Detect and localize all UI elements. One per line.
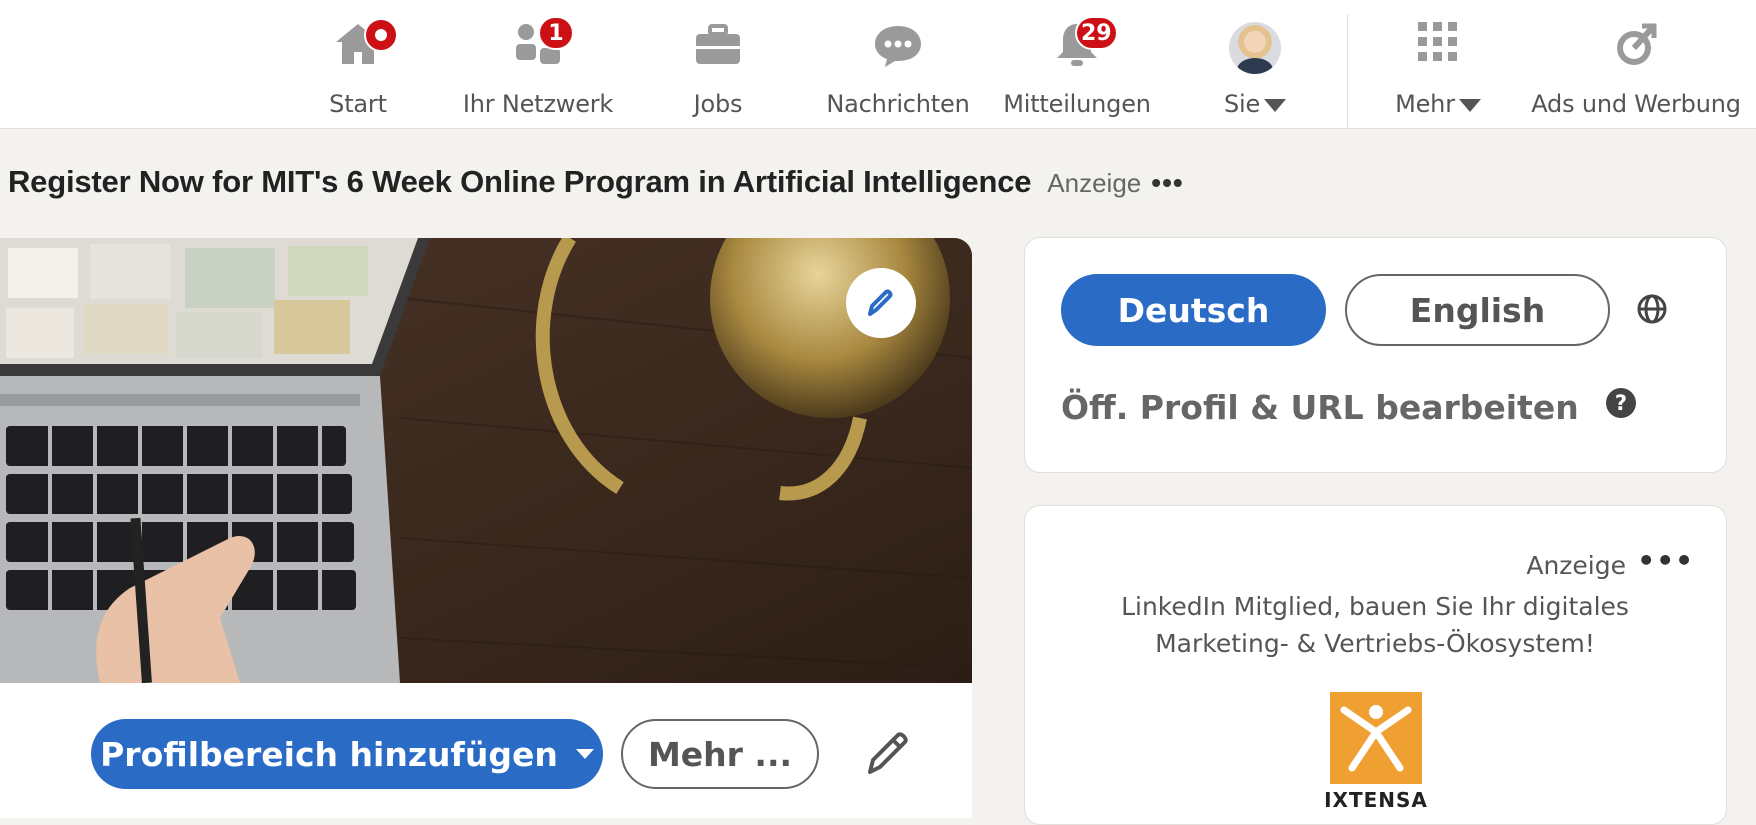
- me-icon-wrap: [1227, 22, 1283, 78]
- network-badge: 1: [538, 16, 574, 50]
- language-deutsch-button[interactable]: Deutsch: [1061, 274, 1326, 346]
- nav-label-start: Start: [329, 90, 387, 118]
- banner-ad-tag: Anzeige: [1047, 168, 1142, 198]
- ad-card-more-icon[interactable]: •••: [1637, 544, 1694, 577]
- avatar: [1229, 22, 1281, 74]
- nav-item-me[interactable]: Sie: [1218, 0, 1292, 128]
- home-icon: [330, 18, 398, 76]
- chevron-down-icon: [575, 749, 594, 759]
- nav-label-notifications: Mitteilungen: [1003, 90, 1151, 118]
- globe-icon[interactable]: [1636, 293, 1668, 325]
- nav-label-more: Mehr: [1395, 90, 1455, 118]
- edit-cover-button[interactable]: [846, 268, 916, 338]
- ads-icon: [1608, 20, 1664, 76]
- nav-item-messaging[interactable]: Nachrichten: [824, 0, 972, 128]
- ad-logo-text: IXTENSA: [1324, 788, 1428, 812]
- ad-card-text: LinkedIn Mitglied, bauen Sie Ihr digital…: [1121, 592, 1629, 658]
- add-profile-section-button[interactable]: Profilbereich hinzufügen: [91, 719, 603, 789]
- nav-label-me-wrap: Sie: [1223, 90, 1287, 118]
- chevron-down-icon: [1458, 98, 1481, 112]
- ad-card-tag: Anzeige: [1526, 551, 1626, 580]
- briefcase-icon: [690, 20, 746, 76]
- nav-item-network[interactable]: 1 Ihr Netzwerk: [458, 0, 618, 128]
- nav-label-me: Sie: [1223, 90, 1261, 118]
- nav-item-jobs[interactable]: Jobs: [680, 0, 756, 128]
- chevron-down-icon: [1264, 98, 1287, 112]
- notification-dot: [364, 18, 398, 52]
- language-english-button[interactable]: English: [1345, 274, 1610, 346]
- language-card: Deutsch English Öff. Profil & URL bearbe…: [1024, 237, 1727, 473]
- nav-label-messaging: Nachrichten: [826, 90, 970, 118]
- edit-public-profile-link[interactable]: Öff. Profil & URL bearbeiten: [1061, 388, 1579, 427]
- profile-card: Profilbereich hinzufügen Mehr ...: [0, 238, 972, 818]
- nav-item-more[interactable]: Mehr: [1386, 0, 1490, 128]
- nav-label-network: Ihr Netzwerk: [462, 90, 614, 118]
- pencil-icon: [868, 289, 893, 316]
- bell-icon: 29: [1049, 16, 1118, 76]
- edit-intro-pencil-icon[interactable]: [862, 728, 914, 780]
- messaging-icon: [870, 20, 926, 76]
- help-icon[interactable]: ?: [1606, 388, 1636, 418]
- nav-label-ads: Ads und Werbung: [1531, 90, 1741, 118]
- sponsored-banner[interactable]: Register Now for MIT's 6 Week Online Pro…: [8, 164, 1184, 200]
- banner-ad-more-icon[interactable]: •••: [1151, 167, 1183, 199]
- banner-ad-title[interactable]: Register Now for MIT's 6 Week Online Pro…: [8, 164, 1031, 200]
- nav-divider: [1347, 14, 1348, 128]
- add-profile-section-label: Profilbereich hinzufügen: [100, 734, 558, 774]
- cover-image: [0, 238, 972, 683]
- nav-item-notifications[interactable]: 29 Mitteilungen: [1000, 0, 1154, 128]
- notifications-badge: 29: [1075, 16, 1118, 50]
- more-button[interactable]: Mehr ...: [621, 719, 819, 789]
- sidebar-ad-card[interactable]: Anzeige ••• LinkedIn Mitglied, bauen Sie…: [1024, 505, 1727, 825]
- grid-icon: [1410, 20, 1466, 76]
- nav-item-start[interactable]: Start: [322, 0, 398, 128]
- top-navigation: Start 1 Ihr Netzwerk Jobs Nachrichten 29…: [0, 0, 1756, 129]
- network-icon: 1: [510, 16, 574, 76]
- nav-label-more-wrap: Mehr: [1395, 90, 1481, 118]
- nav-label-jobs: Jobs: [693, 90, 743, 118]
- nav-item-ads[interactable]: Ads und Werbung: [1528, 0, 1744, 128]
- ixtensa-logo[interactable]: [1330, 692, 1422, 784]
